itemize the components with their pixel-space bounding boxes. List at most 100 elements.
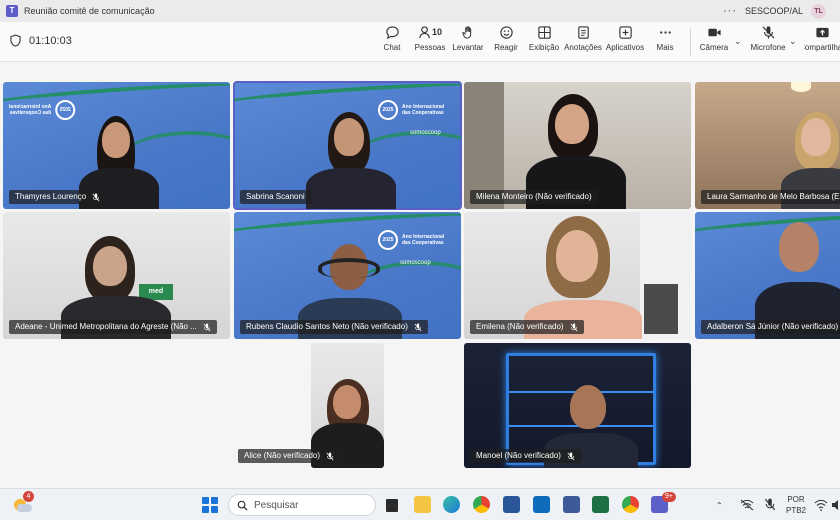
speaker-icon[interactable] [832,499,840,511]
branding-year: 2025 [55,100,76,120]
apps-button[interactable]: Aplicativos [606,25,644,59]
chrome-browser-icon[interactable] [473,496,490,513]
brand-text: somoscoop [410,130,441,136]
more-options-icon[interactable]: ··· [723,5,737,17]
branding-line2: das Cooperativas [402,240,444,246]
participant-name-tag: Adeane - Unimed Metropolitana do Agreste… [9,320,217,334]
more-label: Mais [656,43,674,52]
user-avatar[interactable]: TL [811,3,826,19]
teams-app-icon: T [6,5,18,17]
start-button[interactable] [202,497,218,513]
titlebar-right: ··· SESCOOP/AL TL [723,0,826,22]
shield-icon [10,34,21,47]
video-tile-sabrina[interactable]: 2025 Ano Internacional das Cooperativas s… [233,81,462,210]
language-code: POR [787,495,805,504]
weather-widget[interactable]: 4 [12,491,34,515]
weather-badge: 4 [23,491,34,502]
excel-app-icon[interactable] [592,496,609,513]
microphone-muted-tray-icon[interactable] [764,498,776,511]
task-view-icon[interactable] [386,499,398,512]
participant-name-tag: Emilena (Não verificado) [470,320,584,334]
hand-icon [461,26,471,39]
apps-label: Aplicativos [605,43,645,52]
chrome-profile-icon[interactable] [622,496,639,513]
participant-name-tag: Alice (Não verificado) [238,449,341,463]
more-button[interactable]: Mais [654,25,676,59]
react-label: Reagir [494,43,518,52]
wifi-icon[interactable] [814,499,828,511]
participant-name-tag: Adalberon Sá Júnior (Não verificado) [701,320,840,334]
people-icon [418,26,430,39]
chat-label: Chat [383,43,401,52]
toolbar-separator [690,28,691,56]
camera-label: Câmera [699,43,729,52]
chat-icon [385,26,399,40]
video-tile-manoel[interactable]: Manoel (Não verificado) [464,343,691,468]
mic-muted-icon [326,452,334,460]
camera-button[interactable]: Câmera [700,25,728,59]
participant-name-tag: Thamyres Lourenço [9,190,107,204]
video-tile-adalberon[interactable]: Adalberon Sá Júnior (Não verificado) [695,212,840,339]
keyboard-layout: PTB2 [786,506,807,515]
outlook-app-icon[interactable] [533,496,550,513]
video-tile-milena[interactable]: Milena Monteiro (Não verificado) [464,82,691,209]
video-tile-rubens[interactable]: 2025 Ano Internacional das Cooperativas s… [234,212,461,339]
whiteboard-app-icon[interactable] [563,496,580,513]
video-tile-thamyres[interactable]: 2025 Ano Internacional das Cooperativas T… [3,82,230,209]
wifi-off-icon[interactable] [740,499,754,511]
video-tile-laura[interactable]: Laura Sarmanho de Melo Barbosa (Ext [695,82,840,209]
teams-notification-badge: 9+ [662,492,676,502]
participant-name: Sabrina Scanoni [246,192,305,201]
input-language-indicator[interactable]: POR PTB2 [786,489,806,520]
participant-name: Alice (Não verificado) [244,451,321,460]
edge-browser-icon[interactable] [443,496,460,513]
raise-hand-button[interactable]: Levantar [452,25,484,59]
search-icon [237,500,248,511]
brand-text: somoscoop [400,260,431,266]
chat-button[interactable]: Chat [382,25,402,59]
grid-icon [537,26,551,39]
share-button[interactable]: Compartilhar [804,25,840,59]
participant-name: Rubens Claudio Santos Neto (Não verifica… [246,322,408,331]
cloud-icon [17,504,32,512]
people-button[interactable]: 10 Pessoas [414,25,446,59]
mic-muted-icon [570,323,578,331]
microphone-button[interactable]: Microfone [750,25,786,59]
participant-name-tag: Rubens Claudio Santos Neto (Não verifica… [240,320,428,334]
elapsed-time: 01:10:03 [29,34,72,47]
mic-muted-icon [567,452,575,460]
react-button[interactable]: Reagir [494,25,518,59]
participant-name: Adeane - Unimed Metropolitana do Agreste… [15,322,197,331]
participant-name: Milena Monteiro (Não verificado) [476,192,592,201]
taskbar-search[interactable]: Pesquisar [228,494,376,516]
microphone-label: Microfone [750,43,786,52]
window-titlebar: T Reunião comitê de comunicação ··· SESC… [0,0,840,22]
people-count: 10 [432,27,443,37]
participant-name: Manoel (Não verificado) [476,451,561,460]
microphone-options-chevron-icon[interactable]: ⌄ [789,36,797,47]
branding-logo-mirrored: 2025 Ano Internacional das Cooperativas [9,100,76,120]
mic-muted-icon [92,193,100,201]
participant-name: Adalberon Sá Júnior (Não verificado) [707,322,839,331]
view-button[interactable]: Exibição [529,25,559,59]
camera-options-chevron-icon[interactable]: ⌄ [734,36,742,47]
participant-name-tag: Milena Monteiro (Não verificado) [470,190,598,204]
share-label: Compartilhar [804,43,840,52]
word-app-icon[interactable] [503,496,520,513]
branding-line2: das Cooperativas [9,110,52,116]
branding-line2: das Cooperativas [402,110,444,116]
video-tile-emilena[interactable]: Emilena (Não verificado) [464,212,691,339]
organization-name[interactable]: SESCOOP/AL [745,6,803,16]
system-tray-chevron-icon[interactable]: ⌃ [716,489,723,520]
file-explorer-icon[interactable] [414,496,431,513]
participant-name-tag: Sabrina Scanoni [240,190,311,204]
participant-video [306,110,398,209]
people-label: Pessoas [414,43,446,52]
video-tile-adeane[interactable]: med Adeane - Unimed Metropolitana do Agr… [3,212,230,339]
meeting-toolbar: 01:10:03 Chat 10 Pessoas Levantar Reagir… [0,22,840,62]
search-placeholder: Pesquisar [254,499,299,511]
notes-button[interactable]: Anotações [564,25,602,59]
participant-name: Emilena (Não verificado) [476,322,564,331]
participant-name: Laura Sarmanho de Melo Barbosa (Ext [707,192,840,201]
participant-name-tag: Laura Sarmanho de Melo Barbosa (Ext [701,190,840,204]
